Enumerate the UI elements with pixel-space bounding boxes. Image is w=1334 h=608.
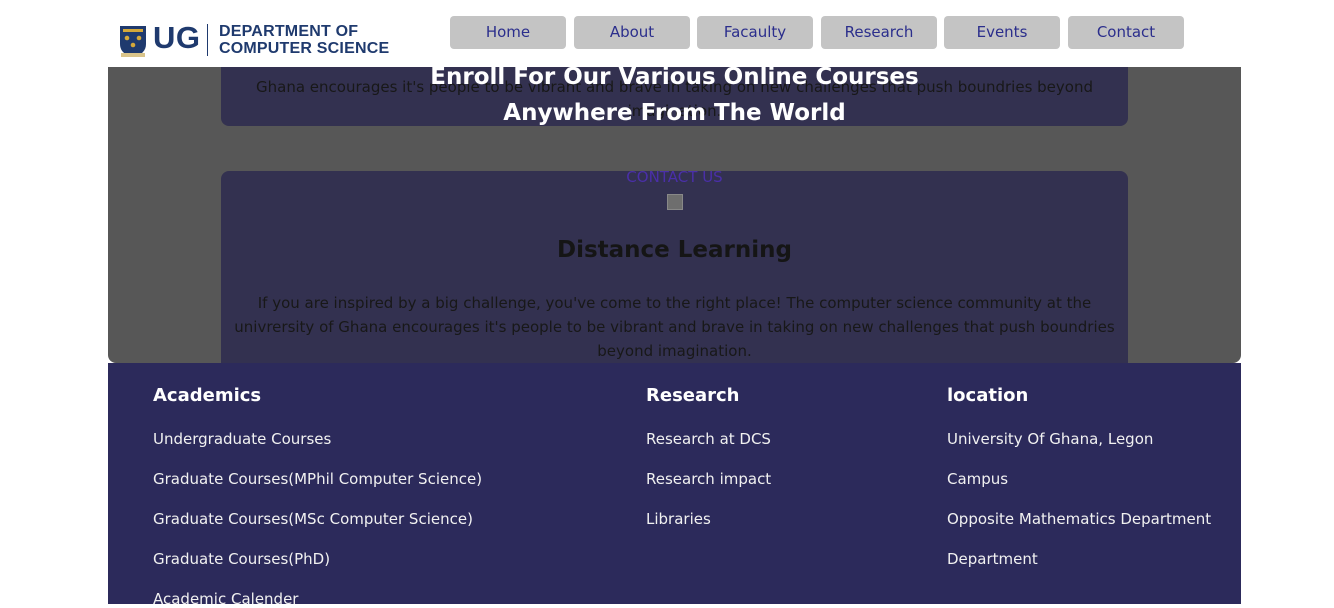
footer-link[interactable]: Academic Calender [153, 590, 298, 608]
logo-department-text: DEPARTMENT OF COMPUTER SCIENCE [219, 23, 389, 57]
hero-overlay: Ghana encourages it's people to be vibra… [108, 67, 1241, 363]
footer-location-line: Opposite Mathematics Department [947, 510, 1212, 528]
footer-location-line: University Of Ghana, Legon [947, 430, 1154, 448]
footer-location-line: Department [947, 550, 1038, 568]
nav-faculty-button[interactable]: Facaulty [697, 16, 813, 49]
enroll-heading: Enroll For Our Various Online Courses An… [108, 67, 1241, 131]
broken-image-icon [667, 194, 683, 210]
distance-learning-title: Distance Learning [556, 237, 792, 263]
university-crest-icon [120, 26, 146, 57]
footer-academics-title: Academics [153, 385, 262, 406]
nav-home-button[interactable]: Home [450, 16, 566, 49]
nav-research-button[interactable]: Research [821, 16, 937, 49]
nav-contact-button[interactable]: Contact [1068, 16, 1184, 49]
footer-link[interactable]: Graduate Courses(MPhil Computer Science) [153, 470, 482, 488]
footer-research-title: Research [646, 385, 740, 406]
distance-learning-text: If you are inspired by a big challenge, … [234, 294, 1115, 360]
footer-link[interactable]: Undergraduate Courses [153, 430, 331, 448]
nav-events-button[interactable]: Events [944, 16, 1060, 49]
footer-link[interactable]: Libraries [646, 510, 711, 528]
site-header: UG DEPARTMENT OF COMPUTER SCIENCE Home A… [0, 0, 1334, 67]
site-footer: Academics Undergraduate Courses Graduate… [108, 363, 1241, 608]
footer-link[interactable]: Graduate Courses(MSc Computer Science) [153, 510, 473, 528]
footer-location-title: location [947, 385, 1029, 406]
logo-divider [207, 24, 208, 56]
footer-link[interactable]: Research at DCS [646, 430, 771, 448]
nav-about-button[interactable]: About [574, 16, 690, 49]
contact-us-link[interactable]: CONTACT US [108, 168, 1241, 186]
logo-line-2: COMPUTER SCIENCE [219, 40, 390, 57]
logo-ug-text: UG [153, 20, 201, 55]
logo-line-1: DEPARTMENT OF [219, 23, 359, 40]
ug-logo[interactable]: UG DEPARTMENT OF COMPUTER SCIENCE [118, 20, 408, 62]
enroll-line-1: Enroll For Our Various Online Courses [430, 67, 919, 90]
enroll-line-2: Anywhere From The World [503, 100, 846, 126]
footer-link[interactable]: Research impact [646, 470, 771, 488]
footer-location-line: Campus [947, 470, 1009, 488]
footer-link[interactable]: Graduate Courses(PhD) [153, 550, 330, 568]
